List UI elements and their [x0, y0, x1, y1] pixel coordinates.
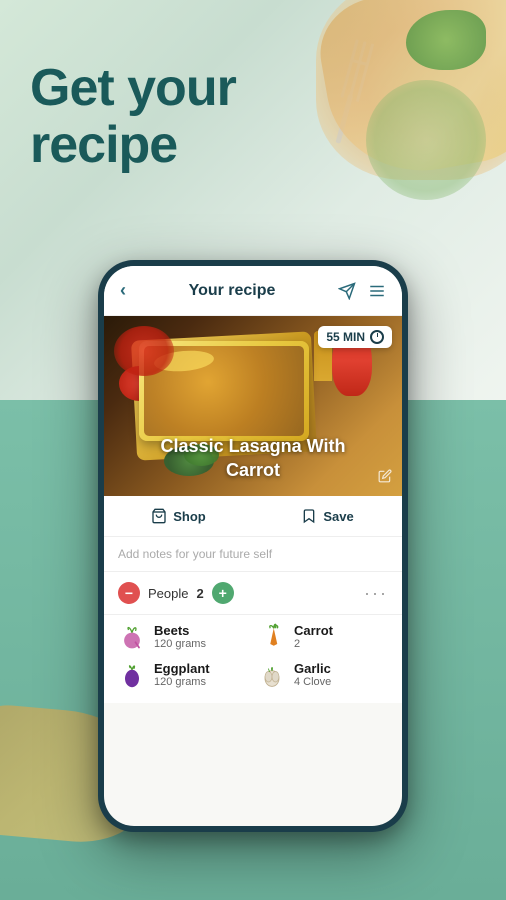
menu-icon[interactable]: [368, 282, 386, 300]
shop-label: Shop: [173, 509, 206, 524]
phone-mockup: ‹ Your recipe: [98, 260, 408, 832]
header-actions: [338, 282, 386, 300]
eggplant-info: Eggplant 120 grams: [154, 661, 210, 688]
garlic-info: Garlic 4 Clove: [294, 661, 331, 688]
ingredients-grid: Beets 120 grams Carrot 2: [104, 615, 402, 703]
baking-dish: [139, 341, 309, 441]
screen-title: Your recipe: [189, 282, 276, 300]
notes-placeholder: Add notes for your future self: [118, 547, 388, 561]
phone-frame: ‹ Your recipe: [98, 260, 408, 832]
shop-button[interactable]: Shop: [104, 508, 253, 524]
beet-icon: [118, 623, 146, 651]
decrease-people-button[interactable]: −: [118, 582, 140, 604]
hero-title: Get your recipe: [30, 60, 236, 174]
phone-screen: ‹ Your recipe: [104, 266, 402, 826]
people-label: People: [148, 586, 188, 601]
time-value: 55 MIN: [326, 330, 365, 344]
increase-people-button[interactable]: +: [212, 582, 234, 604]
beet-name: Beets: [154, 623, 206, 638]
garlic-name: Garlic: [294, 661, 331, 676]
ingredient-carrot: Carrot 2: [258, 623, 388, 651]
carrot-info: Carrot 2: [294, 623, 333, 650]
lasagna-surface: [144, 346, 304, 436]
timer-icon: [370, 330, 384, 344]
back-button[interactable]: ‹: [120, 280, 126, 301]
phone-header: ‹ Your recipe: [104, 266, 402, 316]
carrot-icon: [258, 623, 286, 651]
eggplant-amount: 120 grams: [154, 676, 210, 688]
notes-area[interactable]: Add notes for your future self: [104, 537, 402, 572]
recipe-title-overlay: Classic Lasagna With Carrot: [104, 435, 402, 482]
save-button[interactable]: Save: [253, 508, 402, 524]
action-bar: Shop Save: [104, 496, 402, 537]
herb-decor-1: [406, 10, 486, 70]
recipe-image: 55 MIN Classic Lasagna With Carrot: [104, 316, 402, 496]
send-icon[interactable]: [338, 282, 356, 300]
recipe-title-text: Classic Lasagna With Carrot: [104, 435, 402, 482]
carrot-name: Carrot: [294, 623, 333, 638]
people-row: − People 2 + ···: [104, 572, 402, 615]
save-icon: [301, 508, 317, 524]
ingredient-garlic: Garlic 4 Clove: [258, 661, 388, 689]
save-label: Save: [323, 509, 353, 524]
time-badge: 55 MIN: [318, 326, 392, 348]
shop-icon: [151, 508, 167, 524]
edit-icon[interactable]: [378, 469, 392, 486]
hero-section: Get your recipe: [30, 60, 236, 174]
more-options-button[interactable]: ···: [364, 583, 388, 604]
carrot-amount: 2: [294, 638, 333, 650]
beet-info: Beets 120 grams: [154, 623, 206, 650]
garlic-amount: 4 Clove: [294, 676, 331, 688]
ingredient-beets: Beets 120 grams: [118, 623, 248, 651]
people-controls: − People 2 +: [118, 582, 234, 604]
eggplant-icon: [118, 661, 146, 689]
ingredient-eggplant: Eggplant 120 grams: [118, 661, 248, 689]
eggplant-name: Eggplant: [154, 661, 210, 676]
garlic-icon: [258, 661, 286, 689]
beet-amount: 120 grams: [154, 638, 206, 650]
people-count: 2: [196, 586, 203, 601]
